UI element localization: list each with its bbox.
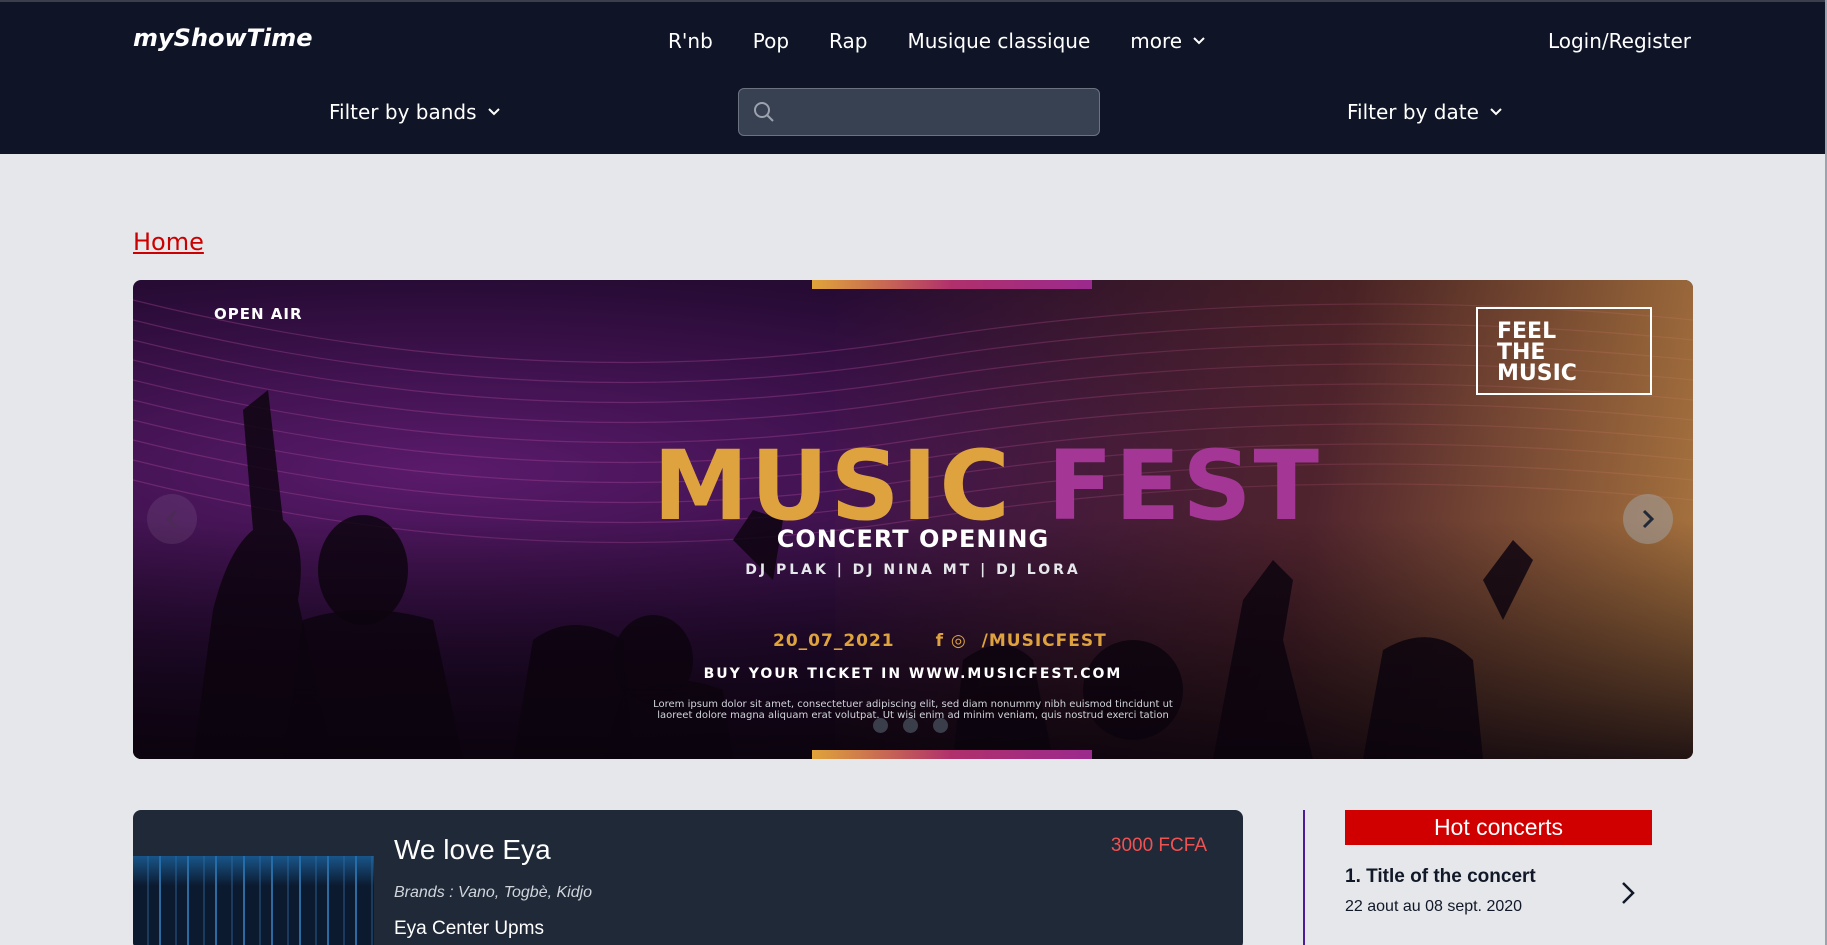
carousel-indicator-2[interactable] [903,718,918,733]
hot-concert-dates: 22 aout au 08 sept. 2020 [1345,898,1523,915]
concert-card-brands: Brands : Vano, Togbè, Kidjo [394,884,593,901]
gradient-bar-top [812,280,1092,289]
nav-item-label: Pop [752,29,790,53]
carousel-indicators [873,718,963,733]
feel-line: MUSIC [1497,361,1577,386]
open-air-label: OPEN AIR [214,305,303,323]
carousel-next-button[interactable] [1623,494,1673,544]
hot-concert-item[interactable]: 1. Title of the concert 22 aout au 08 se… [1345,866,1652,916]
chevron-right-icon [1642,509,1655,529]
feel-line: FEEL [1497,319,1557,344]
image-glow [133,856,374,886]
filter-by-date-label: Filter by date [1347,100,1479,124]
banner-subtitle: CONCERT OPENING [776,525,1050,553]
genre-nav: R'nb Pop Rap Musique classique more [668,29,1246,53]
feel-line: THE [1497,340,1546,365]
concert-card-image [133,856,374,945]
nav-item-label: Rap [829,29,868,53]
banner-djs: DJ PLAK | DJ NINA MT | DJ LORA [745,562,1081,578]
search-box [738,88,1100,136]
nav-item-rap[interactable]: Rap [829,29,867,53]
top-header: myShowTime R'nb Pop Rap Musique classiqu… [0,0,1825,154]
concert-card-venue: Eya Center Upms [394,918,544,939]
sidebar-divider [1303,810,1305,945]
breadcrumb: Home [133,228,204,256]
concert-card[interactable]: We love Eya Brands : Vano, Togbè, Kidjo … [133,810,1243,945]
site-logo[interactable]: myShowTime [133,24,313,52]
banner-buy-text: BUY YOUR TICKET IN WWW.MUSICFEST.COM [703,666,1123,682]
gradient-bar-bottom [812,750,1092,759]
carousel-prev-button[interactable] [147,494,197,544]
filter-by-bands-label: Filter by bands [329,100,477,124]
chevron-left-icon [165,509,178,529]
breadcrumb-home-link[interactable]: Home [133,228,204,256]
search-input[interactable] [786,101,1086,123]
hot-concerts-header: Hot concerts [1345,810,1652,845]
concert-card-title[interactable]: We love Eya [394,834,551,866]
banner-carousel: OPEN AIR FEEL THE MUSIC MUSIC FEST CONCE… [133,280,1693,759]
filter-by-bands-dropdown[interactable]: Filter by bands [329,100,501,124]
nav-item-label: Musique classique [907,29,1091,53]
nav-item-label: more [1130,29,1183,53]
filter-by-date-dropdown[interactable]: Filter by date [1347,100,1503,124]
nav-item-musique-classique[interactable]: Musique classique [907,29,1090,53]
nav-item-pop[interactable]: Pop [753,29,789,53]
social-icons: f ◎ [935,631,967,651]
nav-item-rnb[interactable]: R'nb [668,29,713,53]
nav-item-label: R'nb [668,29,713,53]
login-register-link[interactable]: Login/Register [1548,29,1691,53]
chevron-right-icon [1622,882,1635,904]
carousel-indicator-1[interactable] [873,718,888,733]
lorem-line: Lorem ipsum dolor sit amet, consectetuer… [653,699,1173,710]
chevron-down-icon [1193,37,1205,45]
carousel-indicator-3[interactable] [933,718,948,733]
nav-item-more-dropdown[interactable]: more [1130,29,1206,53]
chevron-down-icon [1490,108,1502,116]
search-icon [754,102,774,122]
feel-the-music-box: FEEL THE MUSIC [1476,307,1652,395]
banner-social-handle: /MUSICFEST [981,631,1107,651]
banner-date: 20_07_2021 [773,631,895,651]
hot-concert-title: 1. Title of the concert [1345,866,1536,887]
chevron-down-icon [487,108,500,116]
banner-date-line: 20_07_2021 f ◎ /MUSICFEST [773,631,1107,651]
concert-card-price: 3000 FCFA [1110,835,1207,856]
